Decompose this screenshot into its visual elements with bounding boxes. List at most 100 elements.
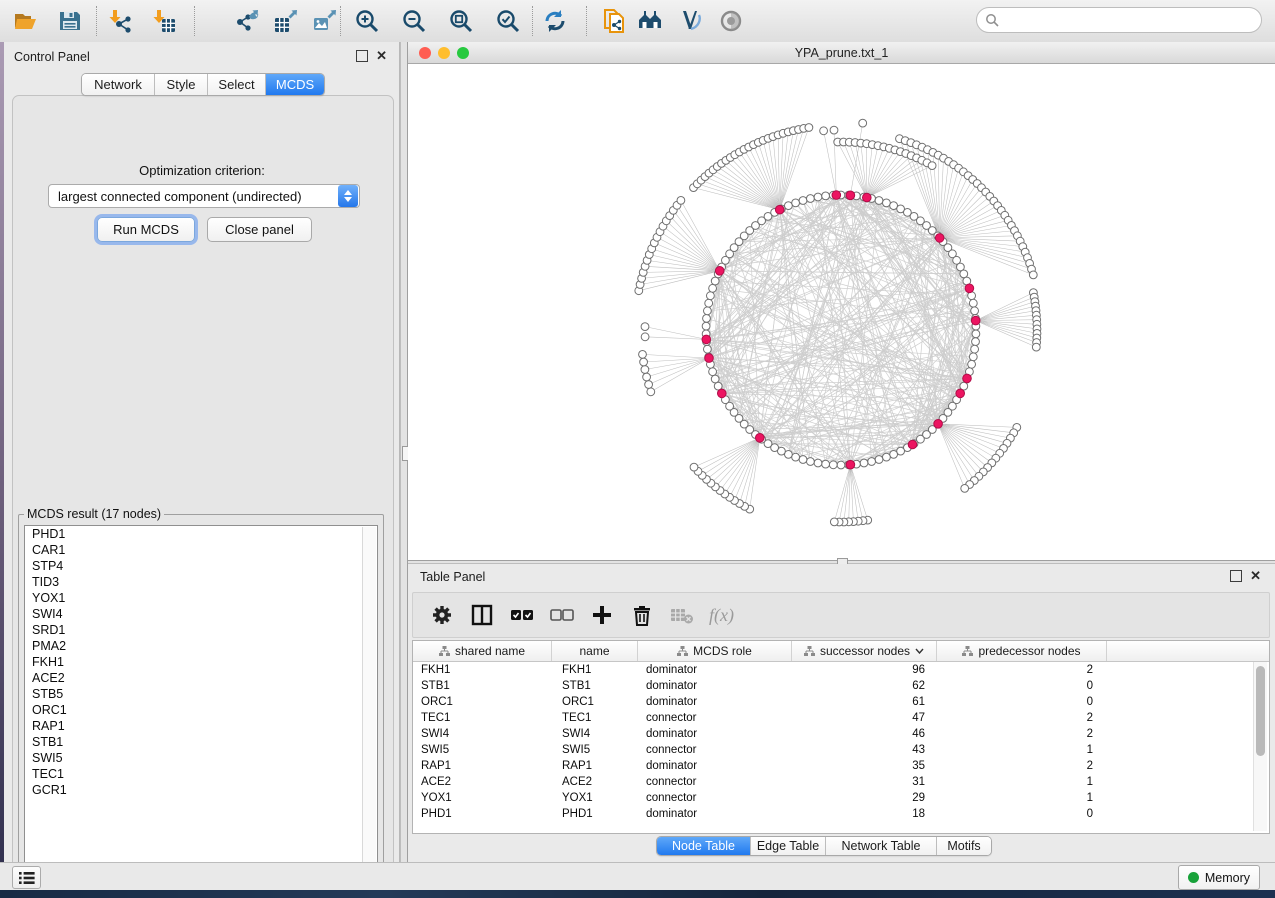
zoom-out-icon[interactable] bbox=[400, 7, 428, 35]
table-row[interactable]: ORC1ORC1dominator610 bbox=[413, 694, 1269, 710]
export-image-icon[interactable] bbox=[311, 7, 339, 35]
table-cell: 1 bbox=[937, 776, 1107, 788]
refresh-layout-icon[interactable] bbox=[541, 7, 569, 35]
column-header-MCDS-role[interactable]: MCDS role bbox=[638, 641, 792, 661]
open-session-file-icon[interactable] bbox=[600, 7, 628, 35]
mcds-result-item[interactable]: STB5 bbox=[25, 686, 377, 702]
network-graph[interactable] bbox=[408, 64, 1275, 560]
mcds-result-list[interactable]: PHD1CAR1STP4TID3YOX1SWI4SRD1PMA2FKH1ACE2… bbox=[24, 525, 378, 876]
export-table-icon[interactable] bbox=[272, 7, 300, 35]
table-cell: 47 bbox=[792, 712, 937, 724]
vizmapper-icon[interactable] bbox=[677, 7, 705, 35]
search-input[interactable] bbox=[1004, 12, 1261, 28]
tab-motifs[interactable]: Motifs bbox=[937, 837, 991, 855]
table-cell: 2 bbox=[937, 664, 1107, 676]
mcds-result-item[interactable]: SWI5 bbox=[25, 750, 377, 766]
table-row[interactable]: TEC1TEC1connector472 bbox=[413, 710, 1269, 726]
mcds-result-item[interactable]: TEC1 bbox=[25, 766, 377, 782]
table-row[interactable]: ACE2ACE2connector311 bbox=[413, 774, 1269, 790]
table-row[interactable]: PHD1PHD1dominator180 bbox=[413, 806, 1269, 822]
mcds-result-item[interactable]: FKH1 bbox=[25, 654, 377, 670]
show-hide-panel-icon[interactable] bbox=[717, 7, 745, 35]
mcds-result-item[interactable]: PMA2 bbox=[25, 638, 377, 654]
table-cell: ACE2 bbox=[552, 776, 638, 788]
tab-select[interactable]: Select bbox=[208, 74, 266, 95]
float-panel-icon[interactable] bbox=[1230, 570, 1242, 582]
table-row[interactable]: SWI5SWI5connector431 bbox=[413, 742, 1269, 758]
table-cell: dominator bbox=[638, 696, 792, 708]
table-row[interactable]: SWI4SWI4dominator462 bbox=[413, 726, 1269, 742]
table-row[interactable]: YOX1YOX1connector291 bbox=[413, 790, 1269, 806]
add-column-icon[interactable] bbox=[589, 602, 615, 628]
zoom-fit-icon[interactable] bbox=[447, 7, 475, 35]
table-row[interactable]: FKH1FKH1dominator962 bbox=[413, 662, 1269, 678]
save-session-icon[interactable] bbox=[56, 7, 84, 35]
mcds-result-item[interactable]: GCR1 bbox=[25, 782, 377, 798]
control-panel: Control Panel ✕ NetworkStyleSelectMCDS O… bbox=[4, 42, 400, 862]
mcds-result-item[interactable]: YOX1 bbox=[25, 590, 377, 606]
close-panel-icon[interactable]: ✕ bbox=[376, 51, 387, 61]
zoom-in-icon[interactable] bbox=[353, 7, 381, 35]
open-file-icon[interactable] bbox=[12, 7, 40, 35]
float-panel-icon[interactable] bbox=[356, 50, 368, 62]
table-row[interactable]: STB1STB1dominator620 bbox=[413, 678, 1269, 694]
mcds-result-item[interactable]: SRD1 bbox=[25, 622, 377, 638]
select-all-checkboxes-icon[interactable] bbox=[509, 602, 535, 628]
column-header-predecessor-nodes[interactable]: predecessor nodes bbox=[937, 641, 1107, 661]
mcds-result-item[interactable]: STP4 bbox=[25, 558, 377, 574]
run-mcds-button[interactable]: Run MCDS bbox=[97, 217, 195, 242]
task-history-button[interactable] bbox=[12, 866, 41, 889]
mcds-result-item[interactable]: PHD1 bbox=[25, 526, 377, 542]
global-search[interactable] bbox=[976, 7, 1262, 33]
mcds-result-item[interactable]: ORC1 bbox=[25, 702, 377, 718]
list-scrollbar[interactable] bbox=[362, 527, 376, 874]
column-layout-icon[interactable] bbox=[469, 602, 495, 628]
tab-network[interactable]: Network bbox=[82, 74, 155, 95]
tab-style[interactable]: Style bbox=[155, 74, 208, 95]
import-table-icon[interactable] bbox=[150, 7, 178, 35]
table-cell: 1 bbox=[937, 744, 1107, 756]
tab-edge-table[interactable]: Edge Table bbox=[751, 837, 826, 855]
mcds-result-item[interactable]: ACE2 bbox=[25, 670, 377, 686]
table-cell: 43 bbox=[792, 744, 937, 756]
tab-node-table[interactable]: Node Table bbox=[657, 837, 751, 855]
mcds-result-item[interactable]: TID3 bbox=[25, 574, 377, 590]
table-row[interactable]: RAP1RAP1dominator352 bbox=[413, 758, 1269, 774]
tab-network-table[interactable]: Network Table bbox=[826, 837, 937, 855]
close-panel-icon[interactable]: ✕ bbox=[1250, 571, 1261, 581]
export-network-icon[interactable] bbox=[233, 7, 261, 35]
function-builder-icon: f(x) bbox=[709, 605, 734, 626]
column-header-name[interactable]: name bbox=[552, 641, 638, 661]
show-networks-home-icon[interactable] bbox=[637, 7, 665, 35]
table-scrollbar[interactable] bbox=[1253, 662, 1267, 831]
deselect-all-checkboxes-icon[interactable] bbox=[549, 602, 575, 628]
table-cell: 0 bbox=[937, 696, 1107, 708]
scrollbar-thumb[interactable] bbox=[1256, 666, 1265, 756]
vertical-splitter[interactable] bbox=[400, 42, 408, 862]
table-cell: 0 bbox=[937, 680, 1107, 692]
memory-button[interactable]: Memory bbox=[1178, 865, 1260, 890]
mcds-result-item[interactable]: SWI4 bbox=[25, 606, 377, 622]
table-cell: 35 bbox=[792, 760, 937, 772]
table-cell: SWI4 bbox=[413, 728, 552, 740]
close-panel-button[interactable]: Close panel bbox=[207, 217, 312, 242]
mcds-result-item[interactable]: RAP1 bbox=[25, 718, 377, 734]
table-cell: STB1 bbox=[413, 680, 552, 692]
settings-gear-icon[interactable] bbox=[429, 602, 455, 628]
column-type-icon bbox=[962, 646, 973, 657]
network-canvas[interactable] bbox=[408, 64, 1275, 560]
zoom-selected-icon[interactable] bbox=[494, 7, 522, 35]
network-window-titlebar[interactable]: YPA_prune.txt_1 bbox=[408, 42, 1275, 64]
table-cell: PHD1 bbox=[413, 808, 552, 820]
table-body: FKH1FKH1dominator962STB1STB1dominator620… bbox=[413, 662, 1269, 822]
node-table[interactable]: shared namenameMCDS rolesuccessor nodesp… bbox=[412, 640, 1270, 834]
column-header-successor-nodes[interactable]: successor nodes bbox=[792, 641, 937, 661]
mcds-result-item[interactable]: STB1 bbox=[25, 734, 377, 750]
mcds-result-item[interactable]: CAR1 bbox=[25, 542, 377, 558]
mcds-tab-content: Optimization criterion: largest connecte… bbox=[12, 95, 392, 890]
column-header-shared-name[interactable]: shared name bbox=[413, 641, 552, 661]
delete-column-trash-icon[interactable] bbox=[629, 602, 655, 628]
import-network-icon[interactable] bbox=[106, 7, 134, 35]
tab-mcds[interactable]: MCDS bbox=[266, 74, 324, 95]
criterion-dropdown[interactable]: largest connected component (undirected) bbox=[48, 184, 360, 208]
